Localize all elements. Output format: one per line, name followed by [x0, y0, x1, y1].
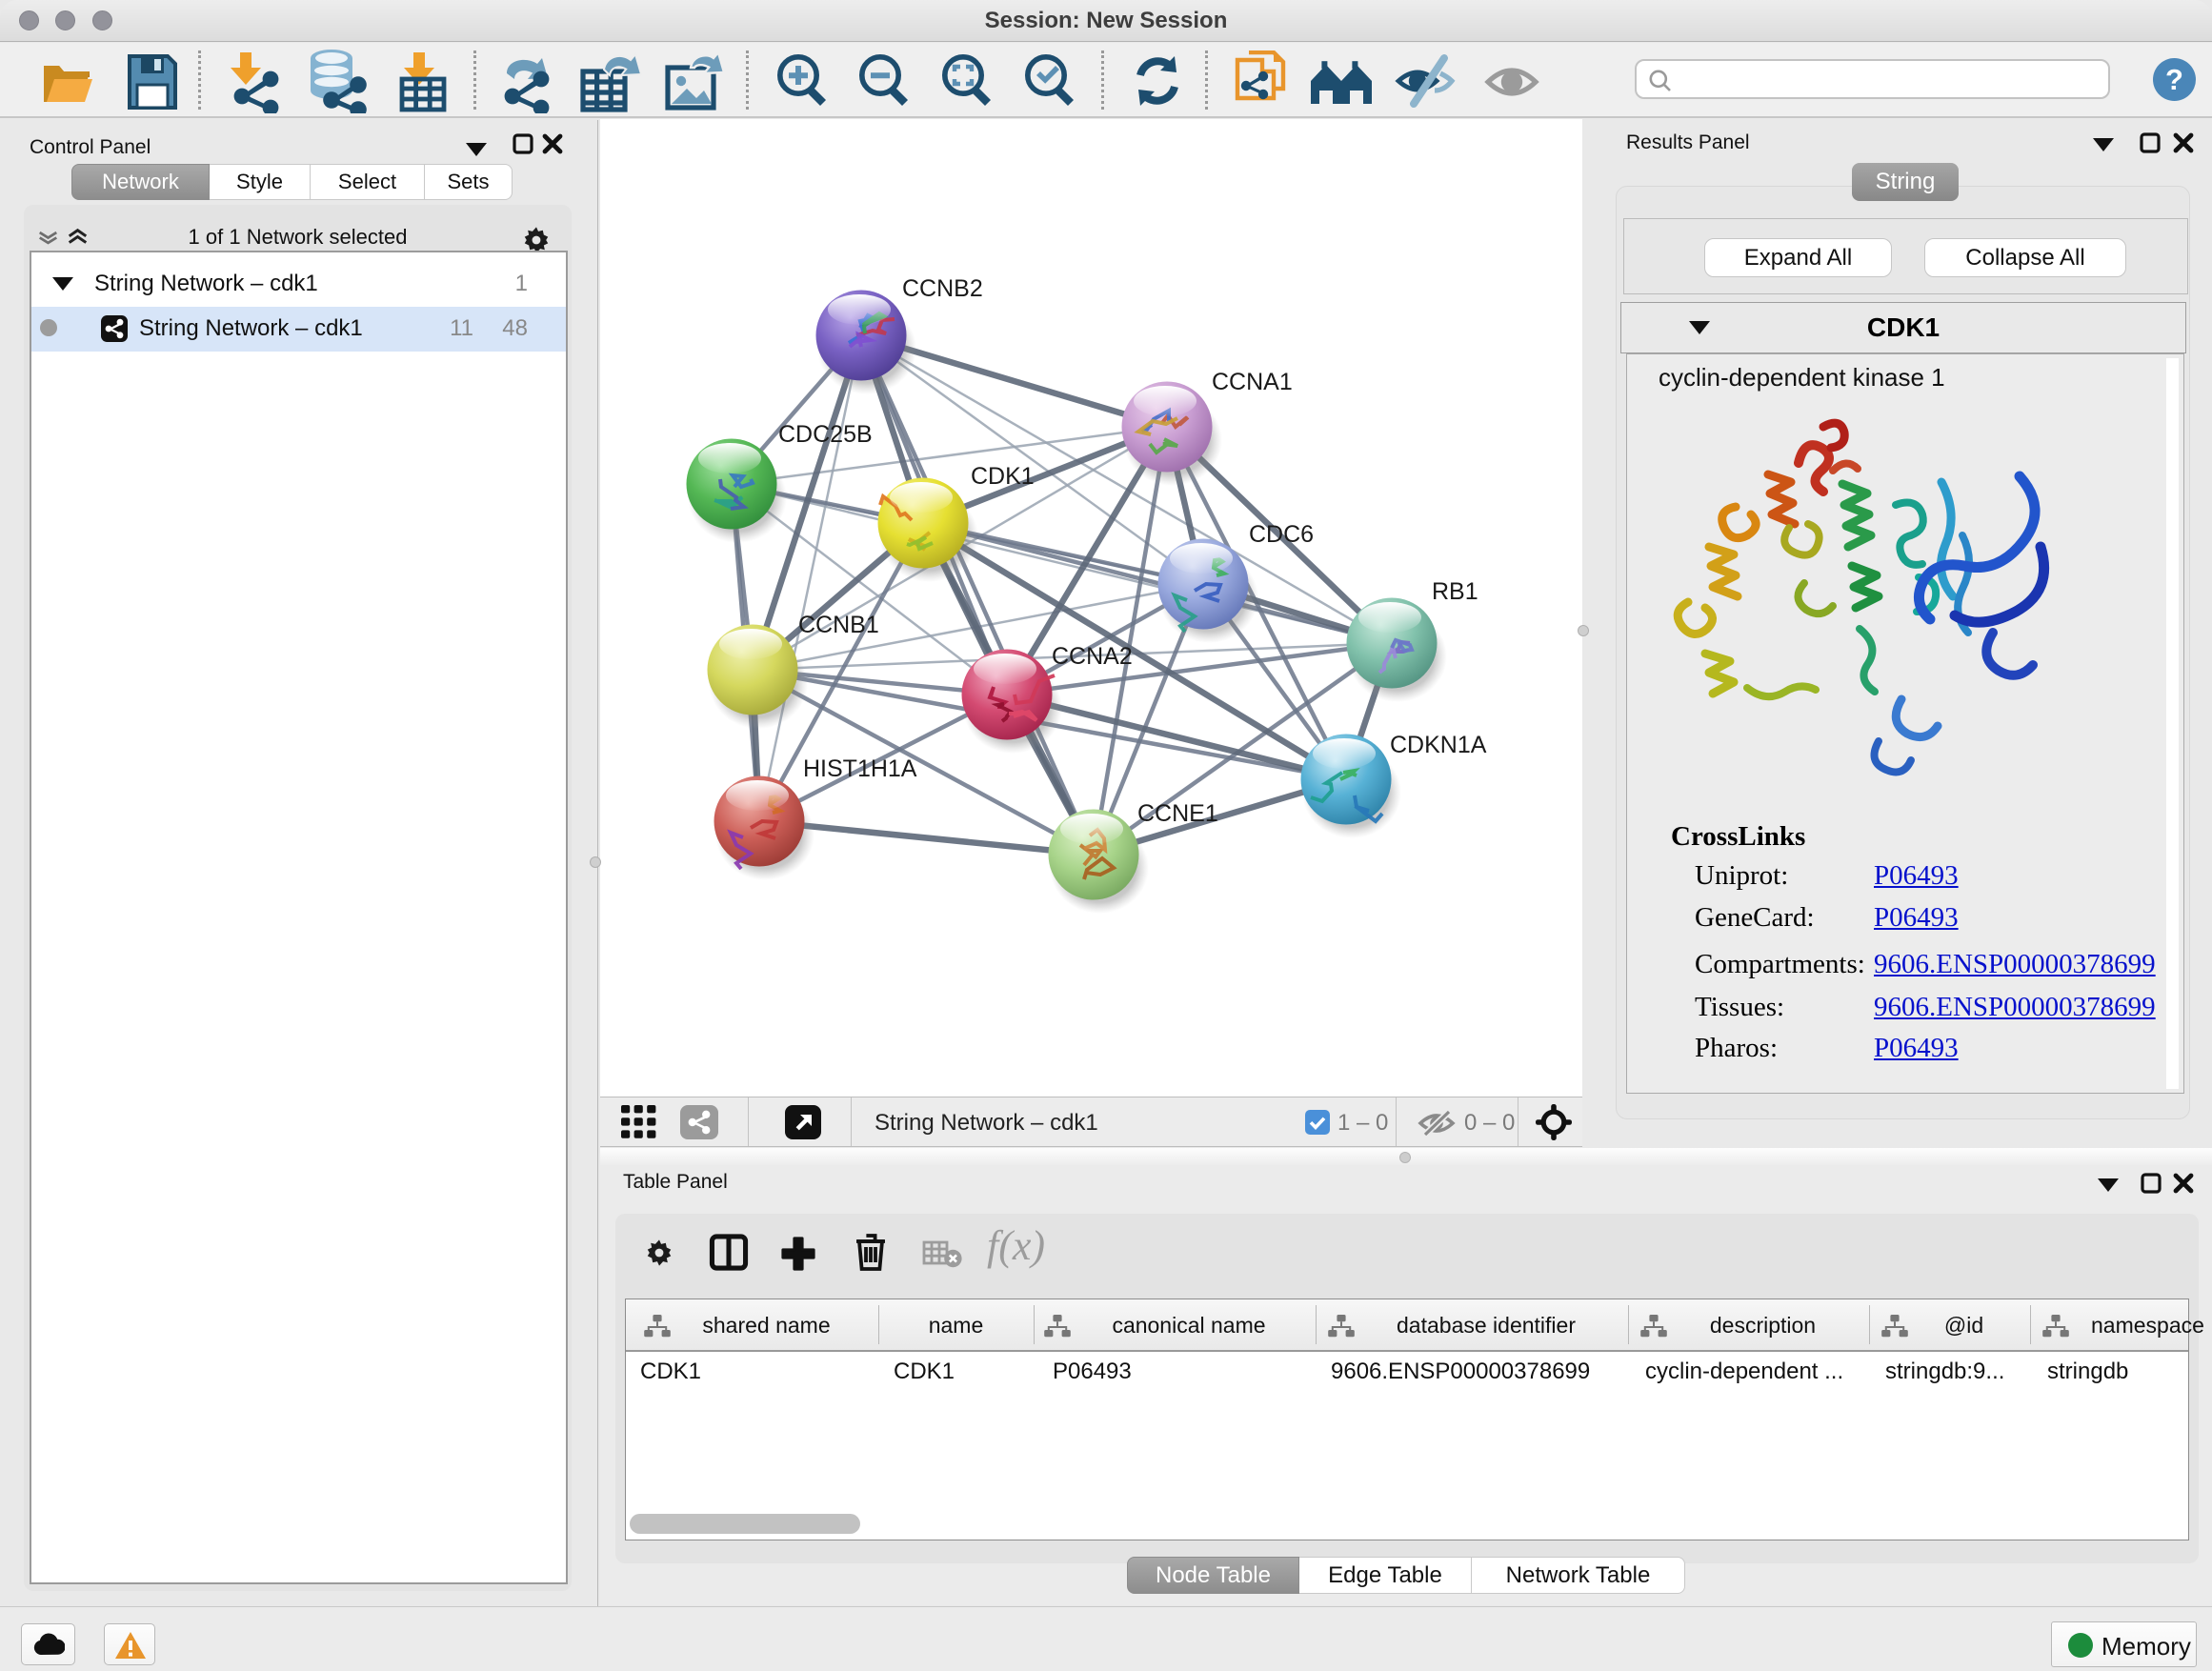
svg-text:CCNB1: CCNB1 — [798, 612, 879, 638]
svg-text:CCNA1: CCNA1 — [1212, 369, 1293, 395]
svg-text:CCNA2: CCNA2 — [1052, 643, 1133, 670]
svg-text:RB1: RB1 — [1432, 578, 1478, 605]
svg-text:CCNE1: CCNE1 — [1137, 800, 1218, 827]
svg-text:CDKN1A: CDKN1A — [1390, 732, 1487, 758]
svg-text:CDC25B: CDC25B — [778, 421, 873, 448]
svg-text:CDK1: CDK1 — [971, 463, 1035, 490]
svg-text:CCNB2: CCNB2 — [902, 275, 983, 302]
svg-text:HIST1H1A: HIST1H1A — [803, 755, 917, 782]
svg-text:CDC6: CDC6 — [1249, 521, 1314, 548]
